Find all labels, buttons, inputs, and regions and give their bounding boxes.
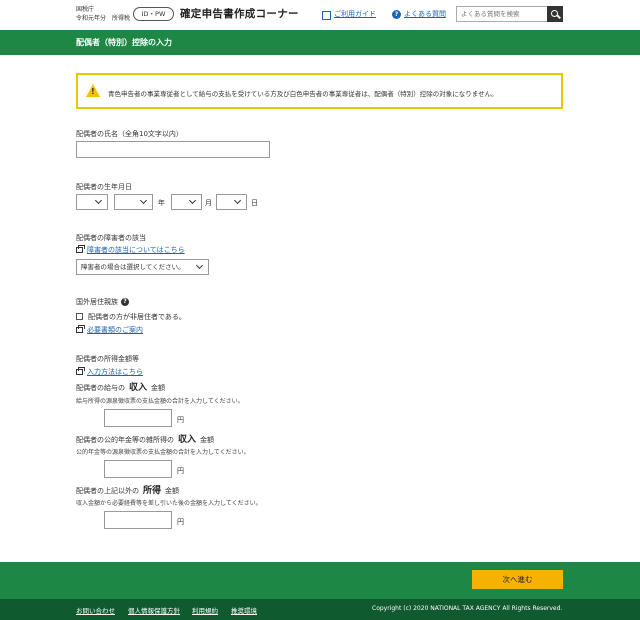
agency-name: 国税庁 [76, 6, 95, 13]
yen-unit: 円 [177, 467, 184, 475]
input-method-link[interactable]: 入力方法はこちら [76, 367, 143, 377]
page-title: 配偶者（特別）控除の入力 [76, 38, 172, 47]
birthdate-label: 配偶者の生年月日 [76, 183, 132, 191]
search-icon [551, 10, 558, 17]
birth-era-select[interactable] [76, 194, 108, 210]
faq-search-input[interactable] [456, 6, 548, 22]
document-icon [76, 325, 85, 333]
pension-income-input[interactable] [104, 460, 172, 478]
footer-link-privacy[interactable]: 個人情報保護方針 [128, 605, 180, 615]
nonresident-checkbox[interactable] [76, 313, 83, 320]
tax-year: 令和元年分 [76, 15, 107, 22]
footer: お問い合わせ 個人情報保護方針 利用規約 推奨環境 Copyright (c) … [0, 599, 640, 620]
book-icon [322, 10, 331, 20]
nonresident-checkbox-label[interactable]: 配偶者の方が非居住者である。 [88, 312, 186, 322]
birth-day-select[interactable] [216, 194, 247, 210]
help-icon[interactable]: ? [121, 298, 129, 306]
other-income-input[interactable] [104, 511, 172, 529]
footer-link-terms[interactable]: 利用規約 [192, 605, 218, 615]
nonresident-label: 国外居住親族? [76, 297, 129, 307]
yen-unit: 円 [177, 518, 184, 526]
other-help-text: 収入金額から必要経費等を差し引いた後の金額を入力してください。 [76, 500, 262, 507]
day-unit: 日 [251, 199, 258, 207]
year-unit: 年 [158, 199, 165, 207]
other-income-label: 配偶者の上記以外の 所得 金額 [76, 486, 180, 496]
search-button[interactable] [547, 6, 563, 22]
chevron-down-icon [139, 196, 148, 205]
chevron-down-icon [233, 196, 242, 205]
required-docs-link[interactable]: 必要書類のご案内 [76, 325, 143, 335]
chevron-down-icon [195, 261, 204, 270]
page-title-bar: 配偶者（特別）控除の入力 [0, 30, 640, 55]
birth-month-select[interactable] [171, 194, 202, 210]
month-unit: 月 [205, 199, 212, 207]
yen-unit: 円 [177, 416, 184, 424]
agency-info: 国税庁 令和元年分 所得税 [76, 5, 136, 23]
income-label: 配偶者の所得金額等 [76, 355, 139, 363]
top-header: 国税庁 令和元年分 所得税 ID・PW 確定申告書作成コーナー ご利用ガイド ? … [0, 0, 640, 30]
disability-info-link[interactable]: 障害者の該当についてはこちら [76, 245, 185, 255]
salary-help-text: 給与所得の源泉徴収票の支払金額の合計を入力してください。 [76, 398, 244, 405]
warning-text: 青色申告者の事業専従者として給与の支払を受けている方及び白色申告者の事業専従者は… [108, 90, 498, 98]
spouse-name-label: 配偶者の氏名（全角10文字以内） [76, 130, 183, 138]
spouse-name-input[interactable] [76, 141, 270, 158]
pension-income-label: 配偶者の公的年金等の雑所得の 収入 金額 [76, 435, 215, 445]
warning-icon: ! [86, 84, 100, 97]
next-button[interactable]: 次へ進む [472, 570, 563, 589]
id-pw-badge: ID・PW [133, 7, 174, 21]
tax-type: 所得税 [112, 15, 131, 22]
pension-help-text: 公的年金等の源泉徴収票の支払金額の合計を入力してください。 [76, 449, 250, 456]
document-icon [76, 367, 85, 375]
disability-select[interactable]: 障害者の場合は選択してください。 [76, 259, 209, 275]
footer-link-contact[interactable]: お問い合わせ [76, 605, 115, 615]
question-icon: ? [392, 9, 401, 19]
birth-year-select[interactable] [114, 194, 153, 210]
chevron-down-icon [94, 196, 103, 205]
corner-title: 確定申告書作成コーナー [180, 8, 299, 20]
salary-income-label: 配偶者の給与の 収入 金額 [76, 383, 166, 393]
copyright: Copyright (c) 2020 NATIONAL TAX AGENCY A… [372, 605, 563, 612]
faq-link[interactable]: ? よくある質問 [392, 9, 446, 19]
footer-link-environment[interactable]: 推奨環境 [231, 605, 257, 615]
disability-label: 配偶者の障害者の該当 [76, 234, 146, 242]
guide-link[interactable]: ご利用ガイド [322, 9, 376, 20]
warning-box: ! 青色申告者の事業専従者として給与の支払を受けている方及び白色申告者の事業専従… [76, 73, 563, 109]
document-icon [76, 245, 85, 253]
salary-income-input[interactable] [104, 409, 172, 427]
chevron-down-icon [188, 196, 197, 205]
